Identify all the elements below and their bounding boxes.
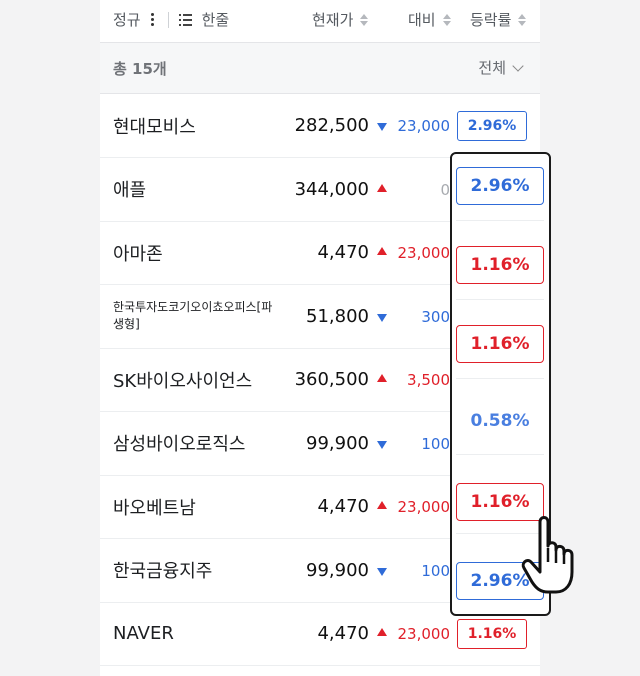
name-column-header[interactable]: 정규 한줄 [113, 9, 229, 30]
view-toggle-label[interactable]: 한줄 [202, 9, 230, 30]
summary-bar: 총 15개 전체 [100, 43, 540, 94]
current-price: 4,470 [317, 496, 369, 517]
current-price: 4,470 [317, 623, 369, 644]
highlighted-rate-badge: 1.16% [456, 325, 544, 363]
arrow-up-icon [377, 374, 387, 382]
current-price: 99,900 [306, 559, 369, 581]
table-header: 정규 한줄 현재가 대비 등락률 [100, 0, 540, 43]
arrow-down-icon [377, 313, 387, 322]
price-change: 23,000 [397, 625, 451, 643]
sort-icon [442, 13, 451, 26]
price-change: 23,000 [397, 498, 451, 516]
col-change-label: 대비 [408, 11, 436, 29]
current-price: 344,000 [294, 178, 369, 200]
current-price: 360,500 [294, 369, 369, 390]
col-rate-label: 등락률 [470, 11, 512, 29]
chevron-down-icon [512, 59, 524, 72]
price-change: 300 [421, 307, 450, 326]
highlighted-rate-badge: 2.96% [456, 167, 544, 205]
current-price: 4,470 [317, 242, 369, 263]
arrow-down-icon [377, 567, 387, 576]
current-price: 282,500 [294, 115, 369, 136]
price-column-header[interactable]: 현재가 [312, 9, 369, 30]
arrow-up-icon [377, 247, 387, 255]
price-change: 0 [440, 180, 450, 199]
highlighted-rate-badge: 0.58% [456, 402, 544, 440]
change-rate-badge: 1.16% [457, 619, 527, 649]
stock-name: NAVER [113, 623, 174, 644]
sort-icon [360, 13, 369, 26]
stock-name: 한국금융지주 [113, 561, 213, 582]
stock-name: 아마존 [113, 243, 163, 265]
table-row[interactable]: 현대모비스 282,500 23,000 2.96% [100, 94, 540, 158]
col-price-label: 현재가 [312, 11, 354, 29]
col-name-label: 정규 [113, 11, 141, 29]
price-change: 23,000 [397, 244, 451, 262]
divider [456, 220, 544, 221]
highlighted-rate-badge: 1.16% [456, 246, 544, 284]
more-vertical-icon[interactable] [150, 13, 154, 26]
stock-name: 현대모비스 [113, 116, 196, 138]
current-price: 99,900 [306, 432, 369, 454]
filter-dropdown[interactable]: 전체 [478, 57, 524, 78]
item-count: 총 15개 [113, 60, 167, 78]
arrow-up-icon [377, 628, 387, 636]
price-change: 3,500 [407, 371, 450, 389]
rate-column-header[interactable]: 등락률 [470, 9, 527, 30]
hand-pointer-icon [521, 516, 574, 594]
divider [167, 11, 169, 28]
price-change: 100 [421, 434, 450, 453]
filter-label: 전체 [478, 59, 506, 77]
price-change: 23,000 [397, 117, 451, 135]
stock-name: 삼성바이오로직스 [113, 434, 246, 455]
stock-name: 한국투자도코기오이쵸오피스[파생형] [113, 300, 273, 331]
stock-name: 바오베트남 [113, 497, 196, 519]
price-change: 100 [421, 561, 450, 580]
arrow-up-icon [377, 183, 387, 192]
divider [456, 378, 544, 379]
divider [456, 454, 544, 455]
stock-name: SK바이오사이언스 [113, 370, 253, 392]
arrow-up-icon [377, 501, 387, 509]
arrow-down-icon [377, 440, 387, 449]
stock-name: 애플 [113, 180, 147, 201]
change-rate-badge: 2.96% [457, 111, 527, 141]
current-price: 51,800 [306, 305, 369, 327]
change-column-header[interactable]: 대비 [408, 9, 451, 30]
list-icon [179, 14, 192, 26]
divider [456, 299, 544, 300]
sort-icon [518, 13, 527, 26]
arrow-down-icon [377, 123, 387, 131]
